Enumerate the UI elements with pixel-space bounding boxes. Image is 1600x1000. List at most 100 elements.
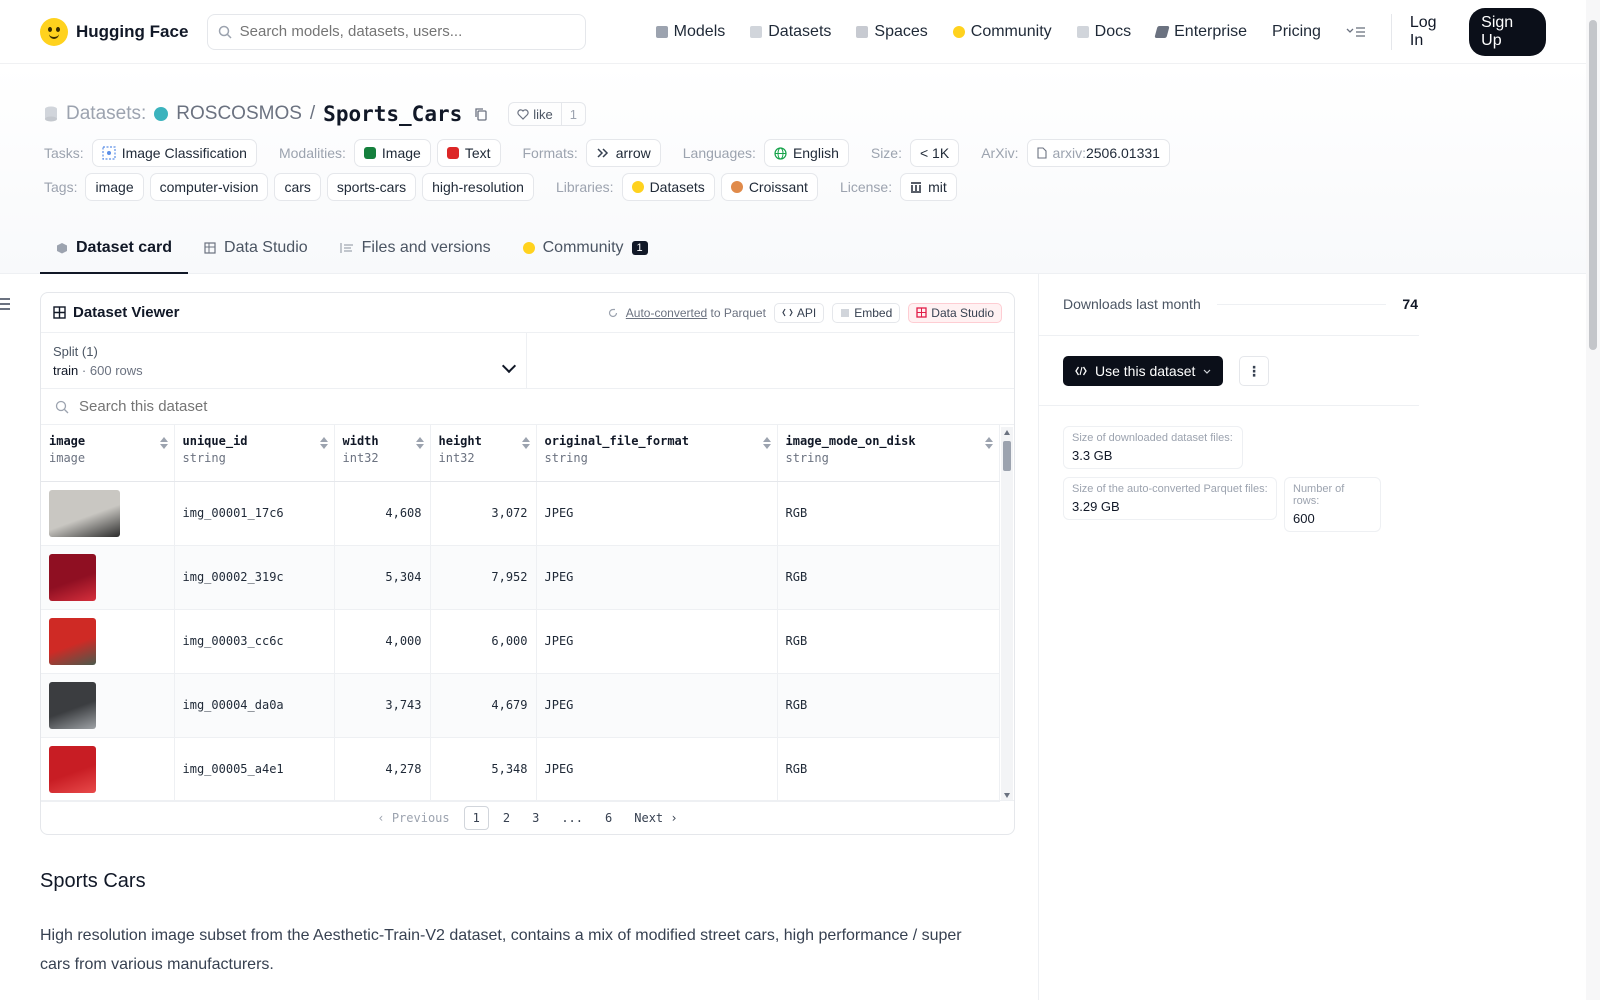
split-selector[interactable]: Split (1) train · 600 rows <box>41 333 527 388</box>
column-header-image[interactable]: image image <box>41 425 175 482</box>
format-arrow[interactable]: arrow <box>585 139 661 167</box>
page-1-button[interactable]: 1 <box>463 805 489 830</box>
modality-image[interactable]: Image <box>353 139 431 167</box>
table-row[interactable]: img_00001_17c6 4,608 3,072 JPEG RGB <box>41 481 1000 546</box>
cell-image[interactable] <box>41 545 175 610</box>
owner-avatar[interactable] <box>154 107 169 121</box>
previous-page-button[interactable]: ‹ Previous <box>369 807 457 829</box>
column-header-height[interactable]: height int32 <box>430 425 537 482</box>
sort-icon[interactable] <box>521 437 530 449</box>
nav-models[interactable]: Models <box>655 23 725 41</box>
globe-icon <box>774 146 787 160</box>
column-header-width[interactable]: width int32 <box>334 425 431 482</box>
task-image-classification[interactable]: Image Classification <box>91 139 257 167</box>
dataset-name[interactable]: Sports_Cars <box>323 102 462 126</box>
nav-docs[interactable]: Docs <box>1076 23 1131 41</box>
brand-logo[interactable]: Hugging Face <box>40 17 207 46</box>
cell-image[interactable] <box>41 737 175 802</box>
auto-converted-link[interactable]: Auto-converted to Parquet <box>626 306 766 320</box>
nav-pricing-label: Pricing <box>1272 22 1321 40</box>
table-row[interactable]: img_00004_da0a 3,743 4,679 JPEG RGB <box>41 673 1000 738</box>
tab-dataset-card[interactable]: Dataset card <box>40 224 189 274</box>
nav-more-menu[interactable] <box>1346 26 1366 38</box>
page-3-button[interactable]: 3 <box>524 807 547 829</box>
signup-button[interactable]: Sign Up <box>1469 7 1546 56</box>
formats-label: Formats: <box>522 145 578 161</box>
column-header-original-file-format[interactable]: original_file_format string <box>536 425 778 482</box>
nav-spaces[interactable]: Spaces <box>856 23 928 41</box>
split-separator: · <box>81 363 87 378</box>
nav-datasets[interactable]: Datasets <box>750 23 831 41</box>
column-header-image-mode-on-disk[interactable]: image_mode_on_disk string <box>777 425 1000 482</box>
breadcrumb-datasets[interactable]: Datasets: <box>66 103 146 125</box>
data-studio-button[interactable]: Data Studio <box>908 302 1002 323</box>
toc-toggle[interactable] <box>0 298 10 313</box>
page-scrollbar[interactable] <box>1586 0 1600 1000</box>
task-label: Image Classification <box>121 145 247 161</box>
column-type: string <box>182 451 226 465</box>
sort-icon[interactable] <box>159 437 168 449</box>
size-label: Size: <box>870 145 902 161</box>
cell-image[interactable] <box>41 609 175 674</box>
sort-icon[interactable] <box>415 437 424 449</box>
image-thumbnail[interactable] <box>49 617 96 665</box>
table-row[interactable]: img_00003_cc6c 4,000 6,000 JPEG RGB <box>41 609 1000 674</box>
license-mit[interactable]: mit <box>900 173 957 201</box>
dataset-search-input[interactable] <box>79 398 479 415</box>
api-button[interactable]: API <box>773 302 825 323</box>
tab-community[interactable]: Community 1 <box>507 224 664 272</box>
more-options-button[interactable]: ⋮ <box>1239 356 1269 386</box>
nav-pricing[interactable]: Pricing <box>1272 23 1321 41</box>
page-scrollbar-thumb[interactable] <box>1589 20 1597 350</box>
split-row: Split (1) train · 600 rows <box>41 333 1014 389</box>
image-thumbnail[interactable] <box>49 745 96 793</box>
sort-icon[interactable] <box>319 437 328 449</box>
tag-high-resolution[interactable]: high-resolution <box>422 173 534 201</box>
size-category[interactable]: < 1K <box>909 139 960 167</box>
image-thumbnail[interactable] <box>49 681 96 729</box>
data-studio-icon <box>916 307 927 318</box>
copy-icon[interactable] <box>474 107 488 121</box>
library-datasets[interactable]: Datasets <box>621 173 715 201</box>
tag-sports-cars[interactable]: sports-cars <box>326 173 417 201</box>
table-row[interactable]: img_00002_319c 5,304 7,952 JPEG RGB <box>41 545 1000 610</box>
cell-image[interactable] <box>41 673 175 738</box>
sort-icon[interactable] <box>762 437 771 449</box>
use-dataset-button[interactable]: Use this dataset <box>1063 356 1224 386</box>
dataset-search[interactable] <box>41 389 1014 425</box>
login-link[interactable]: Log In <box>1410 14 1451 50</box>
owner-link[interactable]: ROSCOSMOS <box>176 103 302 125</box>
tag-image[interactable]: image <box>85 173 144 201</box>
column-header-unique-id[interactable]: unique_id string <box>174 425 335 482</box>
tag-computer-vision[interactable]: computer-vision <box>149 173 269 201</box>
viewer-header: Dataset Viewer Auto-converted to Parquet… <box>41 293 1014 333</box>
community-count-badge: 1 <box>631 241 648 255</box>
table-row[interactable]: img_00005_a4e1 4,278 5,348 JPEG RGB <box>41 737 1000 802</box>
sort-icon[interactable] <box>984 437 993 449</box>
library-croissant[interactable]: Croissant <box>720 173 818 201</box>
modality-text[interactable]: Text <box>436 139 501 167</box>
dataset-card-content: Sports Cars High resolution image subset… <box>40 870 980 979</box>
image-thumbnail[interactable] <box>49 489 120 537</box>
scrollbar-thumb[interactable] <box>1003 441 1011 471</box>
global-search[interactable] <box>206 13 586 50</box>
stat-label: Size of the auto-converted Parquet files… <box>1072 483 1268 495</box>
page-2-button[interactable]: 2 <box>495 807 518 829</box>
global-search-input[interactable] <box>239 23 560 40</box>
table-scrollbar[interactable] <box>1001 427 1013 801</box>
cell-image[interactable] <box>41 481 175 546</box>
tag-cars[interactable]: cars <box>274 173 321 201</box>
nav-datasets-label: Datasets <box>768 22 832 40</box>
embed-button[interactable]: Embed <box>832 302 901 323</box>
nav-community[interactable]: Community <box>952 23 1052 41</box>
page-6-button[interactable]: 6 <box>597 807 620 829</box>
tab-data-studio[interactable]: Data Studio <box>188 224 324 272</box>
next-page-button[interactable]: Next › <box>626 807 685 829</box>
language-english[interactable]: English <box>763 139 849 167</box>
nav-enterprise[interactable]: Enterprise <box>1154 23 1247 41</box>
image-thumbnail[interactable] <box>49 553 96 601</box>
arxiv-paper[interactable]: arxiv: 2506.01331 <box>1026 139 1170 167</box>
like-button[interactable]: like 1 <box>508 102 586 126</box>
tab-files-and-versions[interactable]: Files and versions <box>324 224 507 272</box>
pagination: ‹ Previous 1 2 3 ... 6 Next › <box>41 800 1014 834</box>
